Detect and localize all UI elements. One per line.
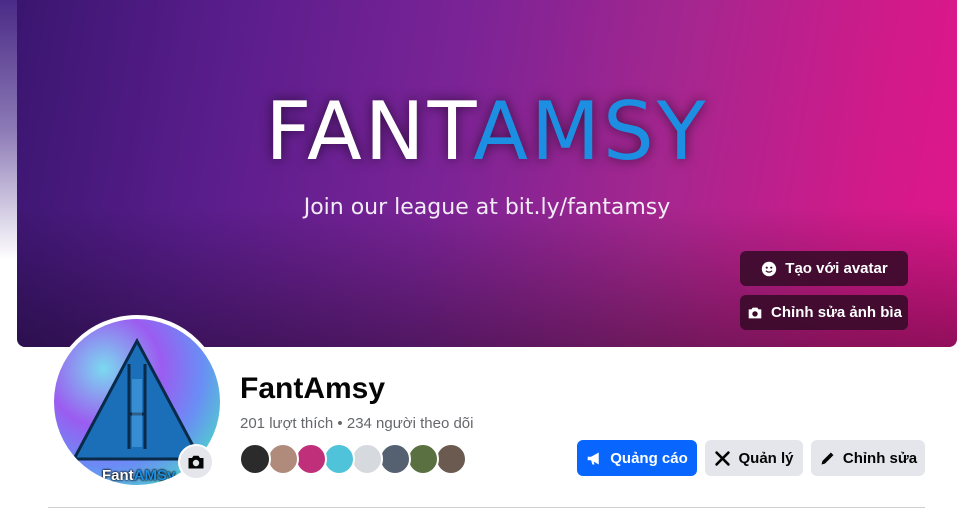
follower-avatars [239, 443, 467, 475]
create-with-avatar-label: Tạo với avatar [785, 260, 888, 277]
follower-avatar[interactable] [351, 443, 383, 475]
likes-followers-count[interactable]: 201 lượt thích • 234 người theo dõi [240, 415, 473, 432]
avatar-icon [762, 261, 777, 276]
profile-logo-text: FantAMSy [102, 467, 175, 484]
brand-text-end: Y [656, 85, 709, 178]
edit-page-label: Chỉnh sửa [842, 449, 918, 467]
page-title: FantAmsy [240, 372, 386, 405]
brand-text-blue: AMS [473, 85, 657, 178]
follower-avatar[interactable] [323, 443, 355, 475]
follower-avatar[interactable] [379, 443, 411, 475]
follower-avatar[interactable] [295, 443, 327, 475]
brand-text-white: FANT [265, 85, 474, 178]
edit-page-button[interactable]: Chỉnh sửa [811, 440, 925, 476]
camera-icon [188, 455, 204, 469]
cover-brand-logo: FANTAMSY [17, 92, 957, 172]
follower-avatar[interactable] [435, 443, 467, 475]
manage-label: Quản lý [738, 449, 794, 467]
camera-icon [748, 307, 762, 318]
pencil-icon [821, 452, 834, 464]
cover-tagline: Join our league at bit.ly/fantamsy [303, 195, 671, 220]
logo-text-blue: AMSy [133, 467, 176, 484]
advertise-button[interactable]: Quảng cáo [577, 440, 697, 476]
manage-button[interactable]: Quản lý [705, 440, 803, 476]
page: FANTAMSY Join our league at bit.ly/fanta… [0, 0, 965, 513]
follower-avatar[interactable] [407, 443, 439, 475]
advertise-label: Quảng cáo [610, 449, 688, 467]
update-profile-picture-button[interactable] [178, 444, 214, 480]
follower-avatar[interactable] [239, 443, 271, 475]
megaphone-icon [587, 452, 599, 464]
background-strip [0, 0, 17, 260]
edit-cover-photo-label: Chỉnh sửa ảnh bìa [771, 304, 902, 321]
logo-text-white: Fant [102, 467, 134, 484]
divider [48, 507, 925, 508]
follower-avatar[interactable] [267, 443, 299, 475]
edit-cover-photo-button[interactable]: Chỉnh sửa ảnh bìa [740, 295, 908, 330]
tools-icon [715, 450, 731, 466]
create-with-avatar-button[interactable]: Tạo với avatar [740, 251, 908, 286]
